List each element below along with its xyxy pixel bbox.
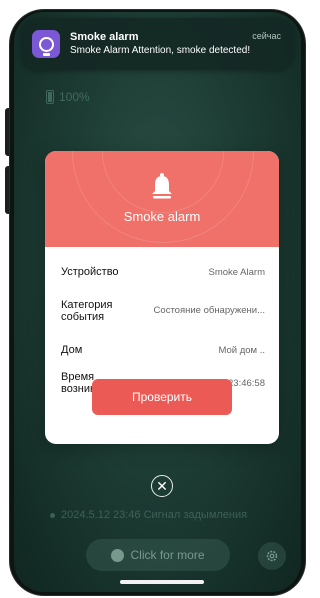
detail-row-home: Дом Мой дом ..: [45, 343, 279, 363]
click-for-more-button[interactable]: Click for more: [86, 539, 230, 571]
detail-row-device: Устройство Smoke Alarm: [45, 265, 279, 285]
check-button[interactable]: Проверить: [92, 379, 232, 415]
push-notification[interactable]: Smoke alarm сейчас Smoke Alarm Attention…: [22, 18, 293, 70]
history-dot: [50, 512, 55, 518]
battery-icon: [46, 90, 54, 104]
click-for-more-label: Click for more: [130, 548, 205, 562]
detail-label: Устройство: [61, 266, 119, 278]
close-icon[interactable]: ✕: [151, 475, 173, 497]
bell-icon: [152, 173, 172, 199]
detail-label: Дом: [61, 344, 83, 356]
detail-row-event-category: Категория события Состояние обнаружени..…: [45, 299, 279, 329]
home-indicator[interactable]: [120, 580, 204, 584]
notification-body: Smoke Alarm Attention, smoke detected!: [70, 45, 251, 56]
detail-value: Мой дом ..: [218, 345, 265, 356]
alarm-dialog: Smoke alarm Устройство Smoke Alarm Катег…: [45, 151, 279, 444]
more-icon: [111, 548, 125, 562]
alarm-history-entry: 2024.5.12 23:46 Сигнал задымления: [50, 509, 247, 521]
detail-value: Smoke Alarm: [208, 267, 266, 278]
alarm-dialog-title: Smoke alarm: [123, 209, 201, 224]
battery-indicator: 100%: [46, 90, 90, 104]
lock-screen: 100% Smoke alarm сейчас Smoke Alarm Atte…: [14, 12, 301, 592]
detail-value: Состояние обнаружени...: [153, 305, 265, 316]
detail-label: Категория события: [61, 299, 113, 323]
notification-title: Smoke alarm: [70, 31, 139, 43]
gear-icon[interactable]: [258, 542, 286, 570]
smart-bulb-icon: [32, 30, 60, 58]
history-text: 2024.5.12 23:46 Сигнал задымления: [61, 509, 248, 521]
alarm-dialog-header: Smoke alarm: [45, 151, 279, 247]
notification-time: сейчас: [252, 31, 281, 41]
battery-level: 100%: [59, 90, 90, 104]
